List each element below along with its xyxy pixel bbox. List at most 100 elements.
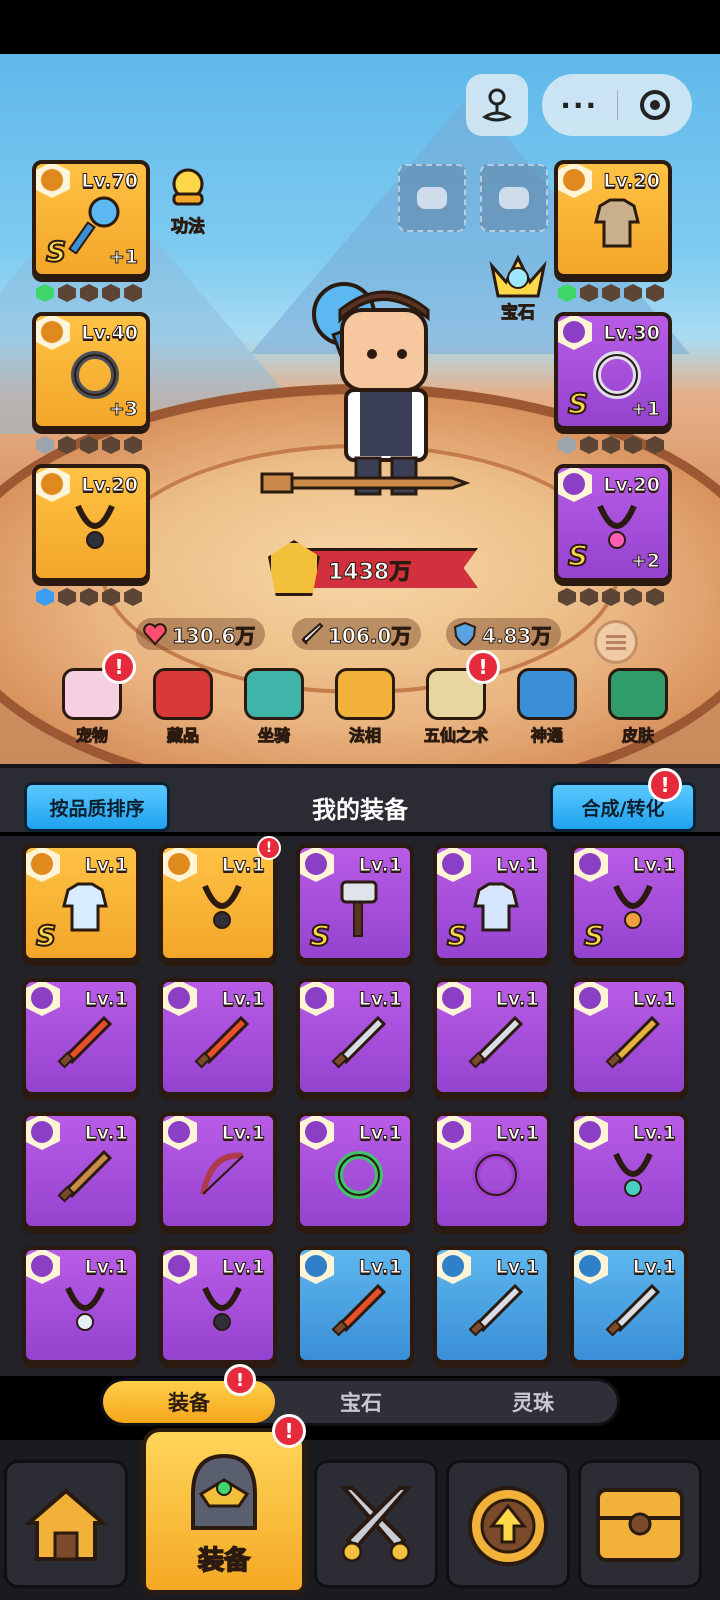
inventory-item[interactable]: Lv.1 S — [296, 844, 414, 962]
inventory-item[interactable]: Lv.1 — [22, 1246, 140, 1364]
tab-equipment-badge: ! — [224, 1364, 256, 1396]
inventory-item[interactable]: Lv.1 — [159, 844, 277, 962]
inventory-slot[interactable]: Lv.1 — [570, 1246, 688, 1364]
inventory-item[interactable]: Lv.1 — [433, 1246, 551, 1364]
close-button[interactable] — [618, 90, 693, 120]
inventory-slot[interactable]: Lv.1 — [159, 1246, 277, 1364]
merge-alert-badge: ! — [648, 768, 682, 802]
inventory-slot[interactable]: Lv.1 — [22, 1246, 140, 1364]
feature-label: 法相 — [348, 726, 381, 746]
inventory-slot[interactable]: Lv.1 — [296, 1112, 414, 1230]
equip-slot-right[interactable]: Lv.20 — [554, 160, 672, 278]
inventory-item[interactable]: Lv.1 — [570, 1112, 688, 1230]
inventory-item[interactable]: Lv.1 — [433, 1112, 551, 1230]
equip-slot-left[interactable]: Lv.20 — [32, 464, 150, 582]
feature-divine-power[interactable]: 神通 — [507, 668, 587, 748]
inventory-slot[interactable]: Lv.1 S — [22, 844, 140, 962]
inventory-item[interactable]: Lv.1 — [22, 978, 140, 1096]
purple-ring-icon — [472, 1151, 520, 1199]
more-button[interactable]: ··· — [542, 89, 617, 122]
item-art — [64, 192, 126, 254]
sort-by-quality-button[interactable]: 按品质排序 — [24, 782, 170, 832]
feature-skin[interactable]: 皮肤 — [598, 668, 678, 748]
inventory-item[interactable]: Lv.1 — [433, 978, 551, 1096]
feature-dharma-form[interactable]: 法相 — [325, 668, 405, 748]
inventory-slot[interactable]: Lv.1 — [433, 978, 551, 1096]
inventory-slot[interactable]: Lv.1 — [296, 1246, 414, 1364]
item-level: Lv.1 — [358, 1122, 402, 1145]
empty-slot[interactable] — [480, 164, 548, 232]
flame-blade-icon — [57, 1015, 113, 1069]
inventory-slot[interactable]: Lv.1 — [159, 1112, 277, 1230]
feature-collection[interactable]: 藏品 — [143, 668, 223, 748]
equip-slot-left[interactable]: Lv.40 +3 — [32, 312, 150, 430]
stats-detail-button[interactable] — [594, 620, 638, 664]
inventory-slot[interactable]: Lv.1 — [22, 1112, 140, 1230]
nav-upgrade[interactable] — [446, 1460, 570, 1588]
inventory-item[interactable]: Lv.1 — [22, 1112, 140, 1230]
nav-equipment-badge: ! — [272, 1414, 306, 1448]
item-enhance: +1 — [630, 398, 660, 421]
inventory-item[interactable]: Lv.1 — [570, 1246, 688, 1364]
inventory-slot[interactable]: Lv.1 — [22, 978, 140, 1096]
inventory-item[interactable]: Lv.1 — [159, 1112, 277, 1230]
item-level: Lv.1 — [632, 988, 676, 1011]
inventory-slot[interactable]: Lv.1 — [570, 1112, 688, 1230]
item-art — [54, 1010, 116, 1072]
equip-slot-left[interactable]: Lv.70 S +1 — [32, 160, 150, 278]
inventory-item[interactable]: Lv.1 — [296, 1246, 414, 1364]
item-art — [586, 192, 648, 254]
nav-treasure-chest[interactable] — [578, 1460, 702, 1588]
feature-label: 藏品 — [166, 726, 199, 746]
collection-icon — [153, 668, 213, 720]
item-alert-badge: ! — [257, 836, 281, 860]
item-level: Lv.1 — [495, 1256, 539, 1279]
equip-slot-right[interactable]: Lv.20 S +2 — [554, 464, 672, 582]
inventory-slot[interactable]: Lv.1 — [433, 1246, 551, 1364]
gem-socket — [624, 588, 642, 606]
skill-button[interactable] — [160, 166, 216, 214]
inventory-slot[interactable]: Lv.1 S — [570, 844, 688, 962]
joystick-button[interactable] — [466, 74, 528, 136]
gem-socket — [558, 284, 576, 302]
inventory-item[interactable]: Lv.1 S — [22, 844, 140, 962]
gem-socket — [646, 284, 664, 302]
gem-socket — [646, 588, 664, 606]
inventory-item[interactable]: Lv.1 — [296, 1112, 414, 1230]
record-icon — [639, 90, 670, 120]
item-art — [586, 344, 648, 406]
item-art — [602, 1278, 664, 1340]
nav-equipment[interactable]: 装备 — [142, 1428, 306, 1594]
gem-socket — [558, 436, 576, 454]
inventory-slot[interactable]: Lv.1 — [296, 978, 414, 1096]
inventory-item[interactable]: Lv.1 S — [570, 844, 688, 962]
nav-battle[interactable] — [314, 1460, 438, 1588]
silver-sword-icon — [468, 1283, 524, 1337]
inventory-item[interactable]: Lv.1 — [296, 978, 414, 1096]
feature-mount[interactable]: 坐骑 — [234, 668, 314, 748]
spear-icon — [57, 1149, 113, 1203]
cord-necklace-icon — [202, 1286, 242, 1331]
mini-program-capsule: ··· — [542, 74, 692, 136]
bow-icon — [200, 1152, 244, 1195]
tab-spirit-beads[interactable]: 灵珠 — [447, 1381, 619, 1423]
inventory-slot[interactable]: Lv.1 — [433, 1112, 551, 1230]
empty-slot[interactable] — [398, 164, 466, 232]
inventory-item[interactable]: Lv.1 — [159, 978, 277, 1096]
item-art — [191, 1010, 253, 1072]
gem-socket — [602, 436, 620, 454]
tab-gems[interactable]: 宝石 — [275, 1381, 447, 1423]
inventory-item[interactable]: Lv.1 — [159, 1246, 277, 1364]
inventory-slot[interactable]: Lv.1 — [159, 844, 277, 962]
inventory-slot[interactable]: Lv.1 S — [433, 844, 551, 962]
gem-button[interactable] — [486, 252, 550, 302]
equip-slot-right[interactable]: Lv.30 S +1 — [554, 312, 672, 430]
inventory-item[interactable]: Lv.1 — [570, 978, 688, 1096]
inventory-slot[interactable]: Lv.1 — [159, 978, 277, 1096]
inventory-slot[interactable]: Lv.1 — [570, 978, 688, 1096]
nav-home[interactable] — [4, 1460, 128, 1588]
item-enhance: +2 — [630, 550, 660, 573]
inventory-slot[interactable]: Lv.1 S — [296, 844, 414, 962]
inventory-item[interactable]: Lv.1 S — [433, 844, 551, 962]
item-level: Lv.1 — [84, 988, 128, 1011]
